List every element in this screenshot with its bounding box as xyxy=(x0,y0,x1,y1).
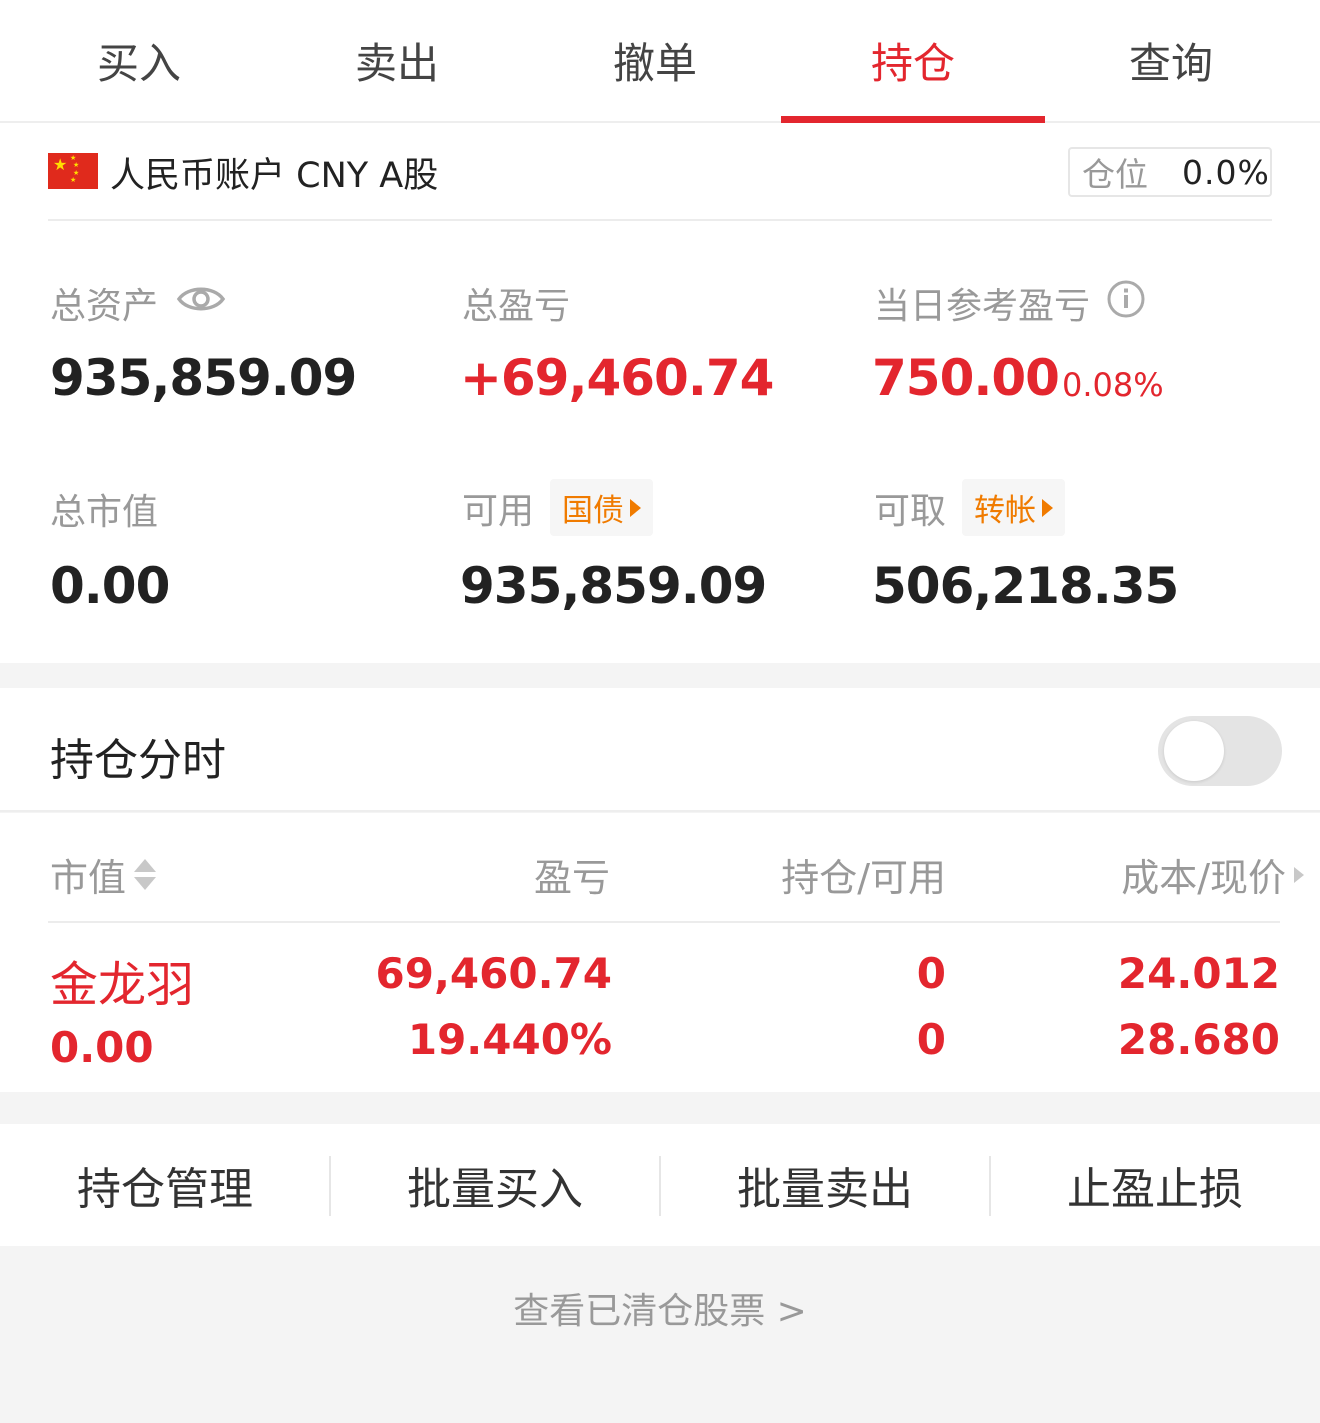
stock-pnl-percent: 19.440% xyxy=(407,1015,612,1064)
header-cost-price[interactable]: 成本/现价 xyxy=(1040,847,1304,902)
withdrawable-label: 可取 xyxy=(874,490,947,532)
sort-icon xyxy=(134,859,157,890)
trade-tab-bar: 买入 卖出 撤单 持仓 查询 xyxy=(0,0,1320,123)
total-assets-value: 935,859.09 xyxy=(50,349,357,407)
transfer-chip-label: 转帐 xyxy=(974,493,1037,529)
tab-sell[interactable]: 卖出 xyxy=(268,0,526,121)
daily-pnl-label: 当日参考盈亏 xyxy=(874,286,1091,327)
intraday-holdings-row: 持仓分时 xyxy=(0,688,1320,812)
header-holding-available: 持仓/可用 xyxy=(781,856,946,900)
withdrawable-value: 506,218.35 xyxy=(872,557,1179,615)
stock-name: 金龙羽 xyxy=(50,957,195,1013)
info-icon[interactable] xyxy=(1106,279,1146,328)
intraday-holdings-toggle[interactable] xyxy=(1158,716,1282,786)
chevron-right-icon xyxy=(630,498,642,517)
manage-holdings-button[interactable]: 持仓管理 xyxy=(0,1124,330,1246)
total-pnl-value: +69,460.74 xyxy=(460,349,774,407)
available-label-group: 可用 国债 xyxy=(462,479,654,536)
china-flag-icon: ★ ★ ★ ★ ★ xyxy=(48,153,98,189)
market-value-label: 总市值 xyxy=(50,492,159,533)
tab-cancel-order[interactable]: 撤单 xyxy=(526,0,784,121)
stock-market-value: 0.00 xyxy=(50,1023,154,1072)
stock-pnl: 69,460.74 xyxy=(375,949,612,998)
stock-cost: 24.012 xyxy=(1117,949,1280,998)
treasury-bond-chip[interactable]: 国债 xyxy=(550,479,654,536)
cleared-stocks-link[interactable]: 查看已清仓股票 > xyxy=(0,1282,1320,1334)
tab-holdings[interactable]: 持仓 xyxy=(781,0,1045,123)
total-assets-label-group: 总资产 xyxy=(50,277,226,329)
take-profit-stop-loss-button[interactable]: 止盈止损 xyxy=(990,1124,1320,1246)
holdings-table: 市值 盈亏 持仓/可用 成本/现价 金龙羽 0.00 69,460.74 19.… xyxy=(0,813,1320,1092)
holdings-action-bar: 持仓管理 批量买入 批量卖出 止盈止损 xyxy=(0,1124,1320,1246)
chevron-right-icon xyxy=(1294,866,1304,883)
withdrawable-label-group: 可取 转帐 xyxy=(874,479,1066,536)
toggle-knob xyxy=(1164,721,1224,781)
available-label: 可用 xyxy=(462,490,535,532)
header-market-value-label: 市值 xyxy=(50,856,127,900)
batch-buy-button[interactable]: 批量买入 xyxy=(330,1124,660,1246)
header-market-value[interactable]: 市值 xyxy=(50,847,157,902)
total-assets-label: 总资产 xyxy=(50,286,159,327)
available-value: 935,859.09 xyxy=(460,557,767,615)
daily-pnl-value: 750.00 xyxy=(872,349,1060,407)
daily-pnl-percent: 0.08% xyxy=(1062,366,1164,404)
eye-icon[interactable] xyxy=(176,282,226,325)
account-header: ★ ★ ★ ★ ★ 人民币账户 CNY A股 仓位 0.0% xyxy=(48,145,1272,221)
market-value-value: 0.00 xyxy=(50,557,170,615)
position-label: 仓位 xyxy=(1082,155,1148,194)
position-value: 0.0% xyxy=(1182,152,1270,192)
batch-sell-button[interactable]: 批量卖出 xyxy=(660,1124,990,1246)
position-ratio-badge: 仓位 0.0% xyxy=(1068,147,1272,197)
header-cost-price-label: 成本/现价 xyxy=(1121,856,1286,900)
account-name: 人民币账户 CNY A股 xyxy=(110,156,439,196)
tab-buy[interactable]: 买入 xyxy=(10,0,268,121)
daily-pnl-label-group: 当日参考盈亏 xyxy=(874,277,1146,329)
stock-price: 28.680 xyxy=(1117,1015,1280,1064)
intraday-holdings-label: 持仓分时 xyxy=(50,735,226,786)
account-summary-card: ★ ★ ★ ★ ★ 人民币账户 CNY A股 仓位 0.0% 总资产 935,8… xyxy=(0,123,1320,663)
stock-available: 0 xyxy=(916,1015,946,1064)
total-pnl-label: 总盈亏 xyxy=(462,286,571,327)
tab-query[interactable]: 查询 xyxy=(1042,0,1300,121)
chevron-right-icon xyxy=(1042,498,1054,517)
stock-holding: 0 xyxy=(916,949,946,998)
transfer-chip[interactable]: 转帐 xyxy=(962,479,1066,536)
treasury-bond-chip-label: 国债 xyxy=(562,493,625,529)
header-pnl: 盈亏 xyxy=(533,856,610,900)
table-row[interactable]: 金龙羽 0.00 69,460.74 19.440% 0 0 24.012 28… xyxy=(0,923,1320,1092)
